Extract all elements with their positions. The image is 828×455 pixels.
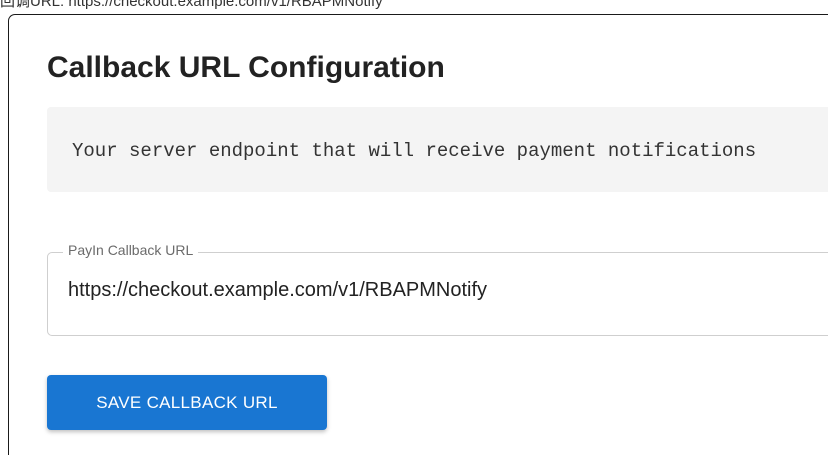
description-box: Your server endpoint that will receive p…: [47, 107, 828, 192]
page-title: Callback URL Configuration: [47, 51, 445, 84]
partial-top-text: 回调URL: https://checkout.example.com/v1/R…: [0, 0, 383, 10]
description-text: Your server endpoint that will receive p…: [72, 140, 757, 162]
page-frame: 回调URL: https://checkout.example.com/v1/R…: [0, 0, 828, 455]
save-callback-url-button[interactable]: SAVE CALLBACK URL: [47, 375, 327, 430]
callback-url-label: PayIn Callback URL: [63, 242, 199, 258]
callback-url-field: PayIn Callback URL: [47, 242, 828, 336]
callback-url-input[interactable]: [68, 279, 828, 302]
